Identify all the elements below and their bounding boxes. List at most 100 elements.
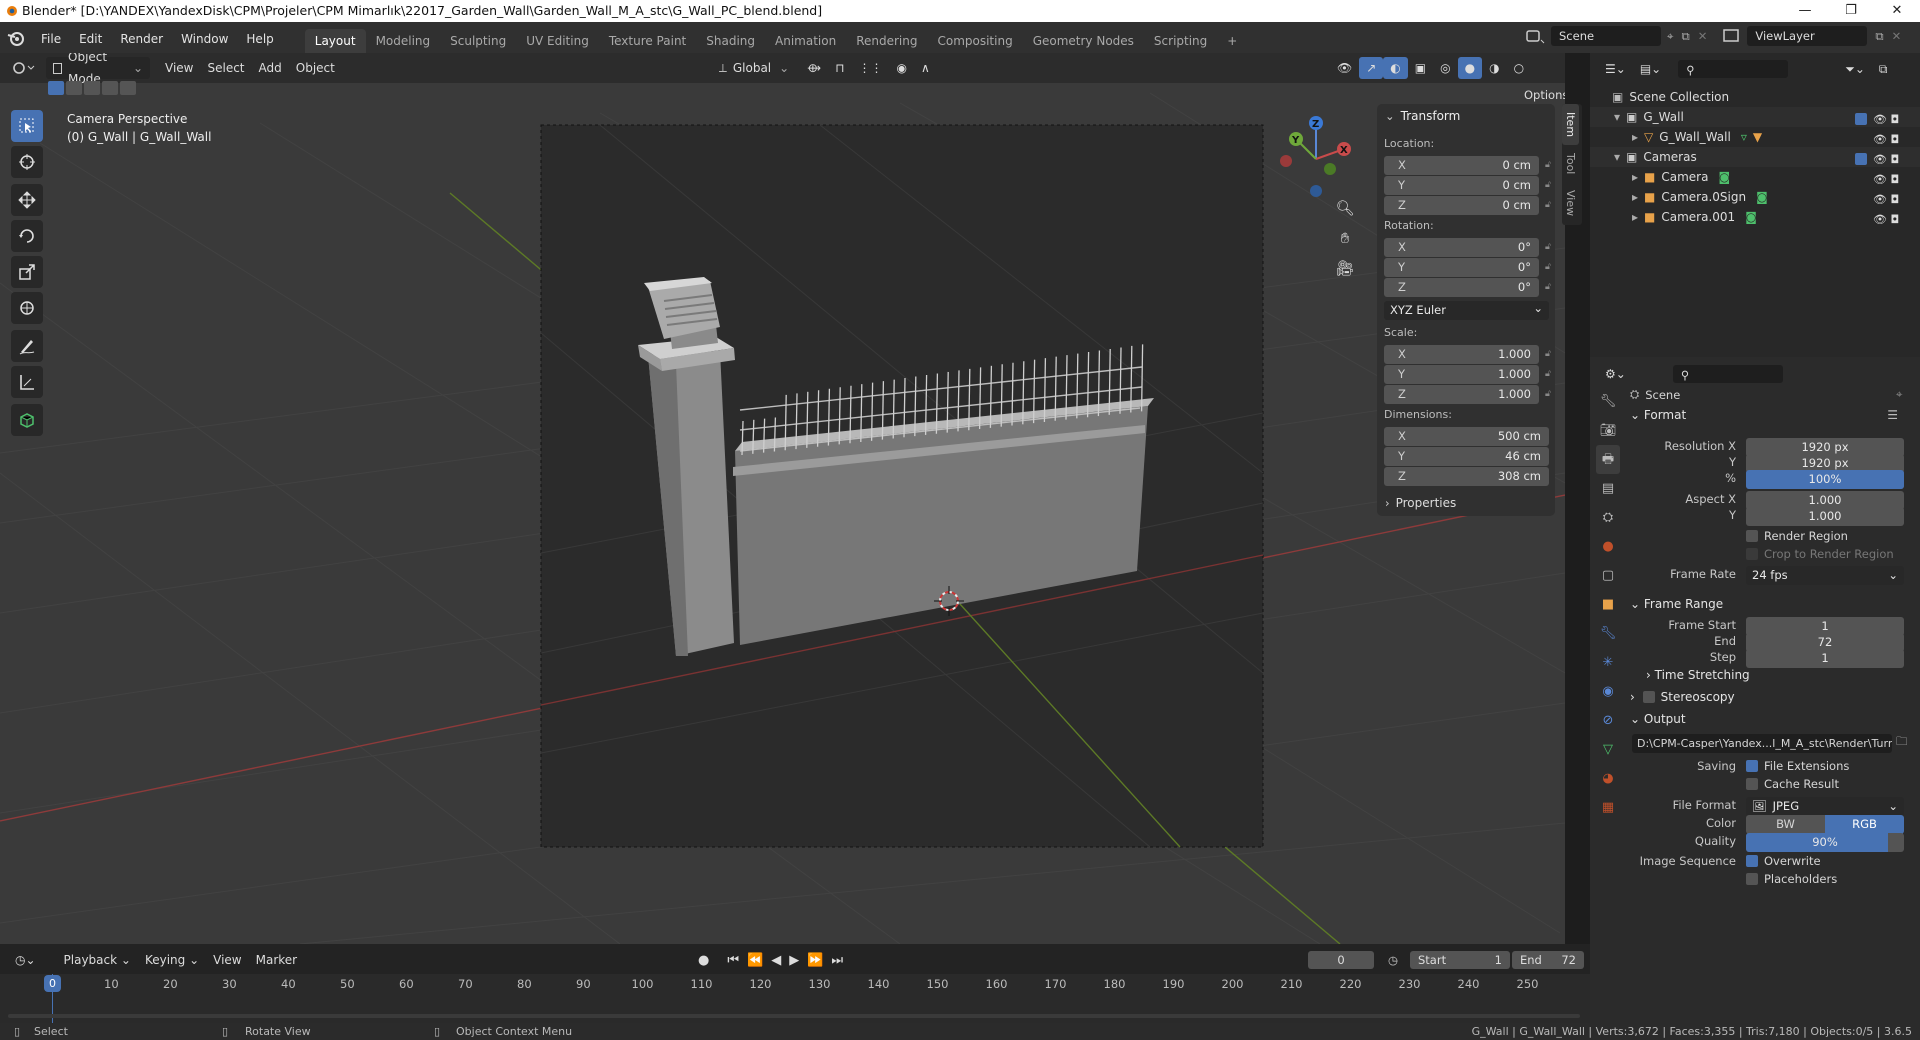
cache-result-checkbox[interactable]: Cache Result — [1746, 777, 1839, 791]
eye-icon[interactable]: 👁︎ — [1873, 213, 1887, 226]
file-format-select[interactable]: 🖼︎ JPEG ⌄ — [1746, 797, 1904, 816]
play-icon[interactable]: ▶ — [789, 953, 799, 968]
exclude-checkbox[interactable] — [1855, 153, 1867, 165]
blender-menu-icon[interactable] — [6, 29, 26, 49]
particles-tab-icon[interactable]: ✳ — [1596, 648, 1620, 677]
annotate-tool[interactable] — [11, 330, 43, 362]
menu-file[interactable]: File — [32, 27, 70, 51]
new-collection-icon[interactable]: ⧉ — [1872, 58, 1895, 80]
frame-range-panel-header[interactable]: ⌄ Frame Range — [1630, 593, 1914, 615]
move-tool[interactable] — [11, 184, 43, 216]
scene-tab-icon[interactable]: ⛭ — [1596, 503, 1620, 532]
start-frame-field[interactable]: Start 1 — [1410, 951, 1510, 969]
dimension-x-field[interactable]: X 500 cm — [1384, 427, 1549, 446]
tab-texture-paint[interactable]: Texture Paint — [599, 29, 696, 53]
select-invert-icon[interactable] — [102, 81, 118, 95]
timeline-ruler[interactable]: 10 20 30 40 50 60 70 80 90 100 110 120 130 140 150 160 1… — [0, 974, 1590, 1023]
render-camera-icon[interactable]: ◘ — [1890, 113, 1899, 126]
world-tab-icon[interactable]: ● — [1596, 532, 1620, 561]
editor-type-icon[interactable] — [10, 59, 36, 77]
output-tab-icon[interactable]: 🖶︎ — [1596, 445, 1620, 474]
format-panel-header[interactable]: ⌄ Format ☰ — [1630, 404, 1914, 426]
outliner-row-scene-collection[interactable]: ▣ Scene Collection — [1590, 87, 1920, 107]
rotation-mode-select[interactable]: XYZ Euler ⌄ — [1384, 301, 1549, 320]
rotate-tool[interactable] — [11, 220, 43, 252]
eye-icon[interactable]: 👁︎ — [1873, 173, 1887, 186]
pin-scene-icon[interactable]: ⌖ — [1667, 29, 1673, 44]
rotation-z-field[interactable]: Z 0° — [1384, 278, 1539, 297]
zoom-icon[interactable]: 🔍︎ — [1332, 193, 1358, 223]
select-intersect-icon[interactable] — [120, 81, 136, 95]
keying-menu[interactable]: Keying ⌄ — [138, 949, 206, 971]
tab-sculpting[interactable]: Sculpting — [440, 29, 516, 53]
view-menu[interactable]: View — [158, 57, 200, 79]
tab-item[interactable]: Item — [1562, 104, 1579, 146]
modifier-tab-icon[interactable]: 🔧︎ — [1596, 619, 1620, 648]
snap-target-icon[interactable]: ⋮⋮ — [851, 57, 889, 79]
select-new-icon[interactable] — [48, 81, 64, 95]
render-camera-icon[interactable]: ◘ — [1890, 173, 1899, 186]
output-path-input[interactable]: D:\CPM-Casper\Yandex...l_M_A_stc\Render\… — [1632, 734, 1892, 753]
scale-tool[interactable] — [11, 256, 43, 288]
overlay-icon[interactable]: ◐ — [1383, 57, 1408, 79]
scene-selector[interactable]: Scene — [1551, 26, 1661, 46]
tab-uv-editing[interactable]: UV Editing — [516, 29, 599, 53]
gizmo-icon[interactable]: ↗ — [1359, 57, 1384, 79]
time-stretching-header[interactable]: › Time Stretching — [1646, 664, 1914, 686]
material-shading-icon[interactable]: ◑ — [1482, 57, 1506, 79]
jump-key-back-icon[interactable]: ⏪ — [747, 953, 763, 968]
eye-icon[interactable]: 👁︎ — [1873, 113, 1887, 126]
frame-rate-select[interactable]: 24 fps ⌄ — [1746, 566, 1904, 585]
select-extend-icon[interactable] — [66, 81, 82, 95]
add-menu[interactable]: Add — [252, 57, 289, 79]
properties-editor-type-icon[interactable]: ⚙⌄ — [1598, 363, 1633, 385]
rendered-shading-icon[interactable]: ○ — [1507, 57, 1531, 79]
render-camera-icon[interactable]: ◘ — [1890, 153, 1899, 166]
current-frame-field[interactable]: 0 — [1308, 951, 1374, 969]
delete-view-layer-icon[interactable]: ✕ — [1892, 29, 1902, 43]
tab-geometry-nodes[interactable]: Geometry Nodes — [1023, 29, 1144, 53]
menu-render[interactable]: Render — [111, 27, 172, 51]
solid-shading-icon[interactable]: ● — [1457, 57, 1483, 79]
location-x-field[interactable]: X0 cm — [1384, 156, 1539, 175]
pin-icon[interactable]: ⌖ — [1896, 387, 1902, 402]
options-button[interactable]: Options — [1517, 84, 1565, 106]
scale-z-field[interactable]: Z 1.000 — [1384, 385, 1539, 404]
lock-location-z-icon[interactable]: 🔓︎ — [1545, 200, 1555, 211]
3d-viewport[interactable]: Object Mode ⌄ View Select Add Object ⟂ G… — [0, 53, 1565, 944]
transform-header[interactable]: ⌄ Transform — [1385, 109, 1460, 123]
view-layer-selector[interactable]: ViewLayer — [1747, 26, 1868, 46]
tab-compositing[interactable]: Compositing — [927, 29, 1022, 53]
object-tab-icon[interactable]: ■ — [1596, 590, 1620, 619]
add-cube-tool[interactable] — [11, 404, 43, 436]
constraints-tab-icon[interactable]: ⊘ — [1596, 706, 1620, 735]
collection-tab-icon[interactable]: ▢ — [1596, 561, 1620, 590]
physics-tab-icon[interactable]: ◉ — [1596, 677, 1620, 706]
menu-help[interactable]: Help — [237, 27, 282, 51]
play-reverse-icon[interactable]: ◀ — [771, 953, 781, 968]
output-panel-header[interactable]: ⌄ Output — [1630, 708, 1914, 730]
jump-end-icon[interactable]: ⏭ — [831, 953, 843, 968]
new-scene-icon[interactable]: ⧉ — [1681, 29, 1689, 44]
placeholders-checkbox[interactable]: Placeholders — [1746, 872, 1837, 886]
select-box-tool[interactable] — [11, 110, 43, 142]
filter-icon[interactable]: ⏷⌄ — [1838, 58, 1872, 80]
scene-icon[interactable] — [1525, 27, 1547, 45]
marker-menu[interactable]: Marker — [249, 949, 304, 971]
outliner-editor-type-icon[interactable]: ☰⌄ — [1598, 58, 1633, 80]
lock-rotation-y-icon[interactable]: 🔓︎ — [1545, 262, 1555, 273]
xray-icon[interactable]: ▣ — [1408, 57, 1433, 79]
rotation-x-field[interactable]: X 0° — [1384, 238, 1539, 257]
object-menu[interactable]: Object — [289, 57, 342, 79]
lock-location-y-icon[interactable]: 🔓︎ — [1545, 180, 1555, 191]
resolution-percent-slider[interactable]: 100% — [1746, 470, 1904, 489]
maximize-button[interactable]: ❐ — [1828, 0, 1874, 22]
end-frame-field[interactable]: End 72 — [1512, 951, 1584, 969]
dimension-y-field[interactable]: Y 46 cm — [1384, 447, 1549, 466]
tab-view[interactable]: View — [1562, 182, 1579, 224]
playback-menu[interactable]: Playback ⌄ — [57, 949, 138, 971]
color-rgb-button[interactable]: RGB — [1825, 815, 1904, 834]
properties-subpanel[interactable]: › Properties — [1385, 496, 1456, 510]
falloff-icon[interactable]: ∧ — [914, 57, 937, 79]
render-tab-icon[interactable]: 📷︎ — [1596, 416, 1620, 445]
